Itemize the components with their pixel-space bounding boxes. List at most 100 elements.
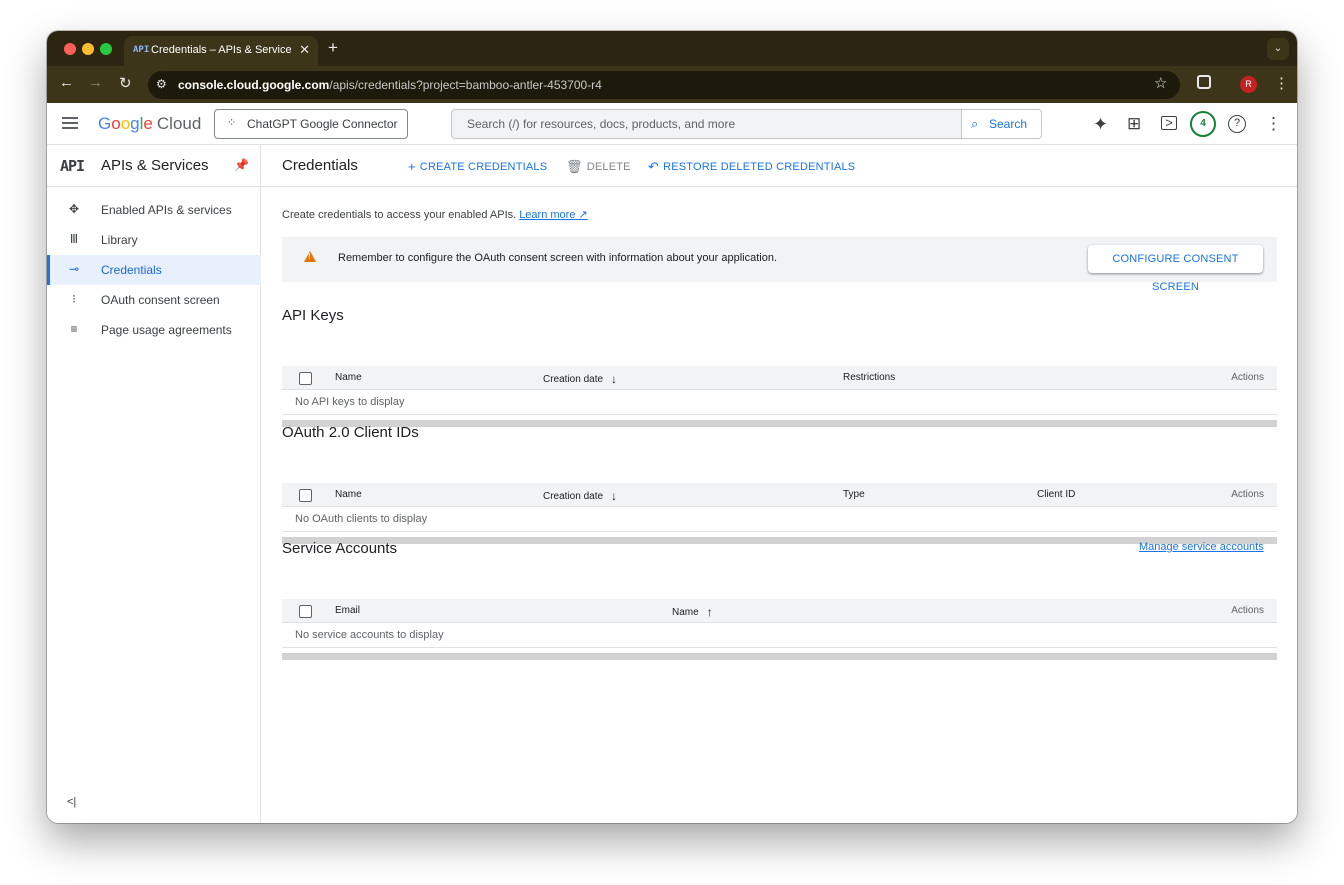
main-content: Credentials + CREATE CREDENTIALS 🗑 DELETE … bbox=[261, 145, 1297, 823]
minimize-window-button[interactable] bbox=[82, 43, 94, 55]
tab-strip: API Credentials – APIs & Services ✕ + ⌄ bbox=[47, 31, 1297, 66]
empty-state-text: No OAuth clients to display bbox=[295, 513, 428, 525]
api-keys-title: API Keys bbox=[282, 307, 344, 324]
undo-icon: ↶ bbox=[648, 159, 660, 174]
sidebar-item-oauth-consent[interactable]: ⁝ OAuth consent screen bbox=[47, 285, 261, 315]
empty-state-text: No API keys to display bbox=[295, 396, 405, 408]
site-settings-icon[interactable]: ⚙ bbox=[156, 77, 167, 91]
horizontal-scrollbar[interactable] bbox=[282, 420, 1277, 427]
table-header: Name Creation date ↓ Type Client ID Actio… bbox=[282, 483, 1277, 507]
delete-button[interactable]: 🗑 DELETE bbox=[566, 159, 631, 175]
tab-search-chevron-icon[interactable]: ⌄ bbox=[1267, 38, 1289, 60]
sidebar-item-label: OAuth consent screen bbox=[101, 293, 220, 307]
column-header[interactable]: Client ID bbox=[1037, 489, 1075, 500]
help-icon[interactable]: ? bbox=[1228, 115, 1246, 133]
key-icon: ⊸ bbox=[68, 262, 80, 276]
gift-icon[interactable]: ⊞ bbox=[1127, 114, 1141, 134]
sidebar-title: APIs & Services bbox=[101, 157, 209, 174]
url-text[interactable]: console.cloud.google.com/apis/credential… bbox=[178, 78, 602, 92]
browser-toolbar: ← → ↻ ⚙ console.cloud.google.com/apis/cr… bbox=[47, 66, 1297, 103]
select-all-checkbox[interactable] bbox=[299, 489, 312, 502]
column-header: Actions bbox=[1231, 605, 1264, 616]
banner-text: Remember to configure the OAuth consent … bbox=[338, 252, 778, 264]
search-input[interactable] bbox=[452, 110, 960, 138]
maximize-window-button[interactable] bbox=[100, 43, 112, 55]
more-options-icon[interactable]: ⋮ bbox=[1265, 114, 1282, 134]
sidebar-item-label: Credentials bbox=[101, 263, 162, 277]
notifications-badge[interactable]: 4 bbox=[1190, 111, 1216, 137]
collapse-sidebar-icon[interactable]: <| bbox=[67, 796, 76, 808]
column-header: Actions bbox=[1231, 372, 1264, 383]
desktop-background: API Credentials – APIs & Services ✕ + ⌄ … bbox=[0, 0, 1344, 885]
gemini-sparkle-icon[interactable]: ✦ bbox=[1093, 114, 1108, 135]
close-window-button[interactable] bbox=[64, 43, 76, 55]
column-header-sorted[interactable]: Creation date ↓ bbox=[543, 489, 617, 503]
configure-consent-button[interactable]: CONFIGURE CONSENT SCREEN bbox=[1088, 245, 1263, 293]
google-cloud-logo[interactable]: Google Cloud bbox=[98, 114, 201, 134]
api-logo-icon: API bbox=[60, 157, 85, 175]
sidebar-item-label: Library bbox=[101, 233, 138, 247]
hamburger-menu-icon[interactable] bbox=[62, 117, 78, 129]
sidebar-item-enabled-apis[interactable]: ✥ Enabled APIs & services bbox=[47, 195, 261, 225]
search-button-label: Search bbox=[989, 117, 1028, 131]
sidebar-item-page-usage[interactable]: ≡ Page usage agreements bbox=[47, 315, 261, 345]
table-header: Email Name ↑ Actions bbox=[282, 599, 1277, 623]
cloud-shell-icon[interactable]: > bbox=[1161, 116, 1177, 130]
column-header-sorted[interactable]: Name ↑ bbox=[672, 605, 713, 619]
page-title: Credentials bbox=[282, 157, 358, 174]
reload-icon[interactable]: ↻ bbox=[119, 74, 132, 92]
plus-icon: + bbox=[408, 159, 416, 174]
page-header: Credentials + CREATE CREDENTIALS 🗑 DELETE … bbox=[261, 145, 1297, 187]
column-header[interactable]: Restrictions bbox=[843, 372, 895, 383]
project-picker-button[interactable]: ⁘ ChatGPT Google Connector bbox=[214, 109, 408, 139]
browser-window: API Credentials – APIs & Services ✕ + ⌄ … bbox=[47, 31, 1297, 823]
restore-deleted-button[interactable]: ↶ RESTORE DELETED CREDENTIALS bbox=[648, 159, 855, 175]
search-button[interactable]: ⌕ Search bbox=[961, 110, 1041, 138]
sidebar-item-credentials[interactable]: ⊸ Credentials bbox=[47, 255, 261, 285]
forward-arrow-icon[interactable]: → bbox=[88, 74, 103, 91]
column-header[interactable]: Email bbox=[335, 605, 360, 616]
learn-more-link[interactable]: Learn more ↗ bbox=[519, 209, 588, 221]
pin-icon[interactable]: 📌 bbox=[234, 158, 249, 172]
trash-icon: 🗑 bbox=[566, 159, 583, 174]
bookmark-star-icon[interactable]: ☆ bbox=[1154, 74, 1167, 92]
column-header[interactable]: Name bbox=[335, 489, 362, 500]
new-tab-icon[interactable]: + bbox=[328, 38, 338, 58]
sidebar-item-library[interactable]: Ⅲ Library bbox=[47, 225, 261, 255]
delete-label: DELETE bbox=[586, 161, 631, 173]
select-all-checkbox[interactable] bbox=[299, 372, 312, 385]
sort-down-arrow-icon: ↓ bbox=[611, 489, 618, 503]
consent-warning-banner: Remember to configure the OAuth consent … bbox=[282, 237, 1277, 293]
divider bbox=[282, 414, 1277, 415]
manage-service-accounts-link[interactable]: Manage service accounts bbox=[1139, 541, 1264, 553]
address-bar[interactable]: ⚙ console.cloud.google.com/apis/credenti… bbox=[148, 71, 1180, 99]
profile-avatar[interactable]: R bbox=[1240, 76, 1257, 93]
library-icon: Ⅲ bbox=[69, 232, 79, 246]
search-bar: ⌕ Search bbox=[451, 109, 1042, 139]
browser-tab[interactable]: API Credentials – APIs & Services ✕ bbox=[124, 36, 318, 66]
oauth-consent-icon: ⁝ bbox=[72, 292, 76, 306]
tab-favicon-icon: API bbox=[133, 45, 150, 55]
column-header[interactable]: Name bbox=[335, 372, 362, 383]
project-name: ChatGPT Google Connector bbox=[247, 117, 398, 131]
service-accounts-title: Service Accounts bbox=[282, 540, 398, 557]
empty-state-text: No service accounts to display bbox=[295, 629, 444, 641]
create-credentials-button[interactable]: + CREATE CREDENTIALS bbox=[408, 159, 547, 174]
horizontal-scrollbar[interactable] bbox=[282, 537, 1277, 544]
restore-label: RESTORE DELETED CREDENTIALS bbox=[663, 161, 856, 173]
close-tab-icon[interactable]: ✕ bbox=[299, 42, 310, 58]
column-header: Actions bbox=[1231, 489, 1264, 500]
column-header-sorted[interactable]: Creation date ↓ bbox=[543, 372, 617, 386]
select-all-checkbox[interactable] bbox=[299, 605, 312, 618]
sidebar-item-label: Enabled APIs & services bbox=[101, 203, 232, 217]
column-header[interactable]: Type bbox=[843, 489, 865, 500]
horizontal-scrollbar[interactable] bbox=[282, 653, 1277, 660]
back-arrow-icon[interactable]: ← bbox=[59, 74, 74, 91]
divider bbox=[282, 531, 1277, 532]
sidebar-item-label: Page usage agreements bbox=[101, 323, 232, 337]
browser-menu-icon[interactable]: ⋮ bbox=[1274, 74, 1289, 92]
enabled-apis-icon: ✥ bbox=[68, 202, 80, 216]
extensions-icon[interactable] bbox=[1197, 75, 1211, 89]
sidebar-header: API APIs & Services 📌 bbox=[47, 145, 261, 187]
search-icon: ⌕ bbox=[971, 116, 979, 131]
